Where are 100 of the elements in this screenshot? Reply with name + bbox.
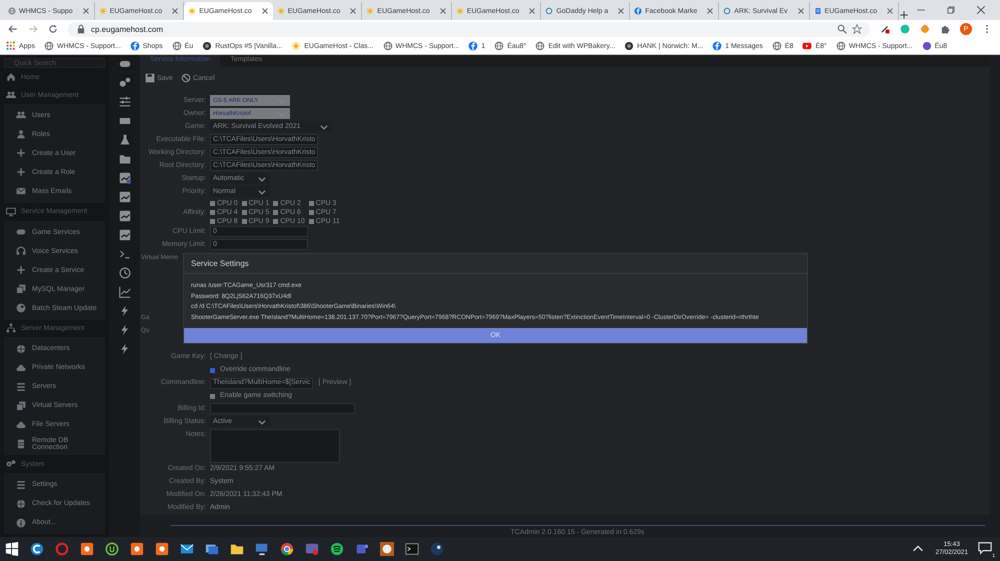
f-logo-icon [634,7,642,15]
ring-icon [723,7,732,15]
checkbox[interactable] [308,219,314,224]
folder-icon[interactable] [118,153,130,165]
pen-icon[interactable] [880,24,890,34]
c-circle-icon[interactable] [30,542,44,556]
close-icon[interactable] [528,7,536,15]
checkbox[interactable] [210,210,215,215]
flask-icon[interactable] [118,134,130,146]
sun-icon [291,41,302,51]
clock-icon[interactable] [118,267,130,279]
reload-icon[interactable] [48,24,58,34]
close-icon[interactable] [260,7,269,15]
close-icon[interactable] [617,7,626,15]
checkbox[interactable] [242,210,247,215]
house-icon [6,72,16,82]
chrome-icon[interactable] [280,542,294,556]
terminal-icon[interactable] [405,542,419,556]
f-logo-icon [712,41,722,51]
cloud-icon [16,420,26,430]
list-icon [16,382,26,392]
bolt-icon[interactable] [118,305,130,317]
search-icon[interactable] [837,24,847,34]
globe-icon [772,41,782,51]
folder-icon[interactable] [230,542,244,556]
close-icon[interactable] [82,7,90,15]
notes-field[interactable] [210,429,340,463]
close-icon[interactable] [886,7,894,15]
chart-square-icon[interactable] [118,191,130,203]
chart-square-icon[interactable] [118,210,130,222]
checkbox[interactable] [273,210,278,215]
close-icon[interactable] [976,5,986,15]
globe-icon [16,498,26,509]
line-chart-icon[interactable] [118,286,130,298]
close-icon[interactable] [438,7,447,15]
bolt-icon[interactable] [118,324,130,336]
windows-stack-icon[interactable] [205,542,219,556]
globe-icon [836,41,846,51]
close-icon[interactable] [349,7,358,15]
u-circle-icon[interactable] [105,542,119,556]
globe-icon [16,344,26,354]
bolt-icon[interactable] [118,343,130,355]
new-tab-icon[interactable] [899,10,910,20]
sun-icon [188,7,196,15]
globe-icon [382,41,392,51]
sun-icon [456,7,464,15]
stacked-squares-icon [16,284,26,294]
database-icon [16,438,26,449]
chart-square-icon[interactable] [118,229,130,241]
input-field[interactable] [210,403,355,414]
checkbox[interactable] [242,219,247,224]
star-icon[interactable] [852,24,862,34]
users-icon [16,110,26,120]
back-arrow-icon[interactable] [8,24,18,34]
puzzle-icon[interactable] [940,24,950,34]
play-icon [802,41,812,51]
close-icon[interactable] [796,7,805,15]
circle-icon[interactable] [330,542,344,556]
globe-icon [172,41,182,51]
checkbox[interactable] [273,219,278,224]
monitor-icon[interactable] [255,542,269,556]
cloud-icon [16,362,26,373]
checkbox[interactable] [210,201,215,206]
globe-icon [44,41,54,51]
chart-square-icon[interactable] [118,172,130,184]
sun-icon [366,7,374,15]
sitemap-icon [6,323,16,334]
sliders-icon[interactable] [118,96,130,108]
checkbox[interactable] [210,219,215,224]
close-icon[interactable] [706,7,714,15]
checkbox[interactable] [308,210,314,215]
f-logo-icon [468,41,478,51]
address-bar[interactable]: cp.eugamehost.com [68,22,870,36]
sun-icon [276,7,285,15]
restore-icon[interactable] [946,5,956,15]
f-logo-icon [130,41,140,51]
plus-icon [16,148,26,158]
checkbox[interactable] [210,394,215,398]
info-icon [16,518,26,528]
headset-icon [16,246,26,256]
ring-icon[interactable] [55,542,69,556]
checkbox[interactable] [210,368,215,372]
chat-window-icon[interactable] [305,542,319,556]
checkbox[interactable] [308,201,314,206]
mail-icon[interactable] [180,542,194,556]
stacked-squares-icon [16,400,26,411]
users-icon [6,90,16,100]
cancel-icon [180,73,191,83]
gamepad-icon[interactable] [118,58,130,70]
checkbox[interactable] [273,201,278,206]
checkbox[interactable] [242,201,247,206]
windows-logo-icon[interactable] [5,542,19,556]
circle-icon [922,41,932,51]
monitor-icon [6,206,16,217]
terminal-icon[interactable] [118,248,130,260]
close-icon[interactable] [171,7,180,15]
keyboard-icon[interactable] [118,115,130,127]
list-icon [16,480,26,490]
gamepad-icon [16,227,26,238]
lock-icon [76,24,86,34]
